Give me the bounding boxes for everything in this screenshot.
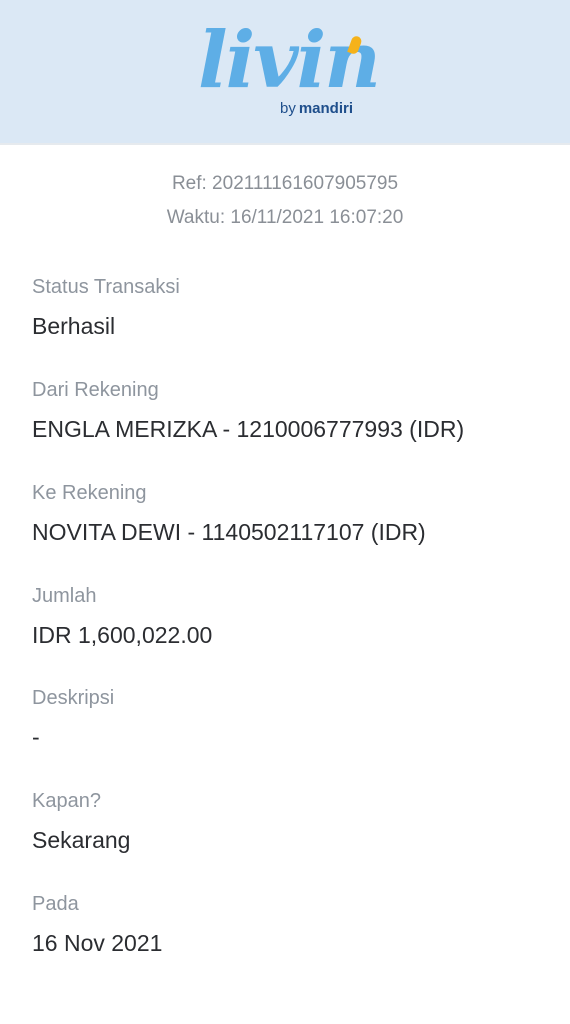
field-label: Pada [32, 893, 79, 915]
field-value: ENGLA MERIZKA - 1210006777993 (IDR) [32, 416, 465, 442]
field-label: Jumlah [32, 585, 97, 607]
field-value: Berhasil [32, 313, 116, 339]
field-label: Dari Rekening [32, 379, 159, 401]
livin-by-mandiri-logo: livin by mandiri [198, 15, 381, 126]
field-label: Kapan? [32, 790, 101, 812]
header-banner: livin by mandiri [0, 0, 570, 145]
field-amount: Jumlah IDR 1,600,022.00 [32, 584, 542, 649]
field-destination-account: Ke Rekening NOVITA DEWI - 1140502117107 … [32, 481, 542, 546]
field-description: Deskripsi - [32, 686, 542, 751]
field-when: Kapan? Sekarang [32, 789, 542, 854]
field-value: NOVITA DEWI - 1140502117107 (IDR) [32, 519, 426, 545]
logo-byline: by mandiri [280, 100, 353, 118]
field-status: Status Transaksi Berhasil [32, 275, 542, 340]
field-source-account: Dari Rekening ENGLA MERIZKA - 1210006777… [32, 378, 542, 443]
field-value: 16 Nov 2021 [32, 930, 163, 956]
field-value: Sekarang [32, 827, 131, 853]
logo-brand-text: mandiri [298, 100, 354, 117]
field-value: - [32, 724, 40, 750]
field-value: IDR 1,600,022.00 [32, 622, 213, 648]
field-date: Pada 16 Nov 2021 [32, 892, 542, 957]
transaction-time: Waktu: 16/11/2021 16:07:20 [166, 207, 404, 228]
reference-number: Ref: 202111161607905795 [171, 173, 399, 194]
logo-wordmark: livin [198, 15, 381, 106]
field-label: Deskripsi [32, 687, 115, 709]
field-label: Status Transaksi [32, 276, 180, 298]
logo-by-text: by [280, 100, 296, 117]
field-label: Ke Rekening [32, 482, 147, 504]
